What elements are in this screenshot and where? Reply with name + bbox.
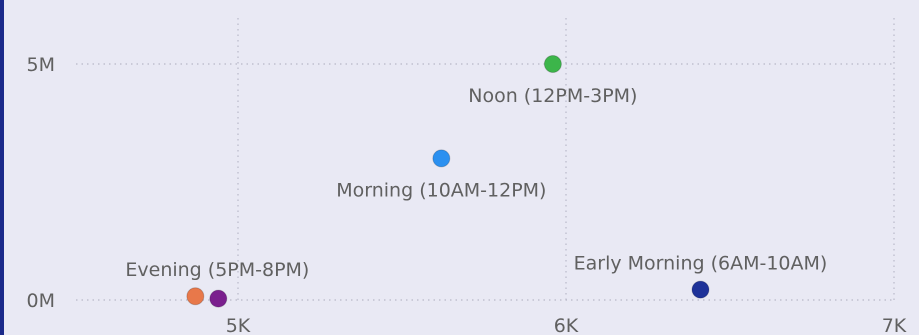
- data-point[interactable]: [186, 287, 205, 306]
- data-point[interactable]: [543, 55, 562, 73]
- chart-frame: 0M 5M 5K 6K 7K Noon (12PM-3PM) Morning (10AM-1…: [0, 0, 919, 335]
- data-label: Evening (5PM-8PM): [125, 259, 309, 281]
- data-label: Morning (10AM-12PM): [336, 179, 546, 201]
- x-tick-label: 6K: [554, 315, 579, 335]
- x-tick-label: 7K: [882, 315, 907, 335]
- data-label: Noon (12PM-3PM): [468, 85, 637, 107]
- y-tick-label: 5M: [27, 54, 55, 76]
- data-point[interactable]: [691, 280, 710, 299]
- y-tick-label: 0M: [27, 290, 55, 312]
- scatter-chart: 0M 5M 5K 6K 7K Noon (12PM-3PM) Morning (10AM-1…: [27, 18, 907, 335]
- data-point[interactable]: [209, 289, 228, 308]
- data-point[interactable]: [432, 149, 451, 168]
- data-label: Early Morning (6AM-10AM): [574, 253, 828, 275]
- x-tick-label: 5K: [226, 315, 251, 335]
